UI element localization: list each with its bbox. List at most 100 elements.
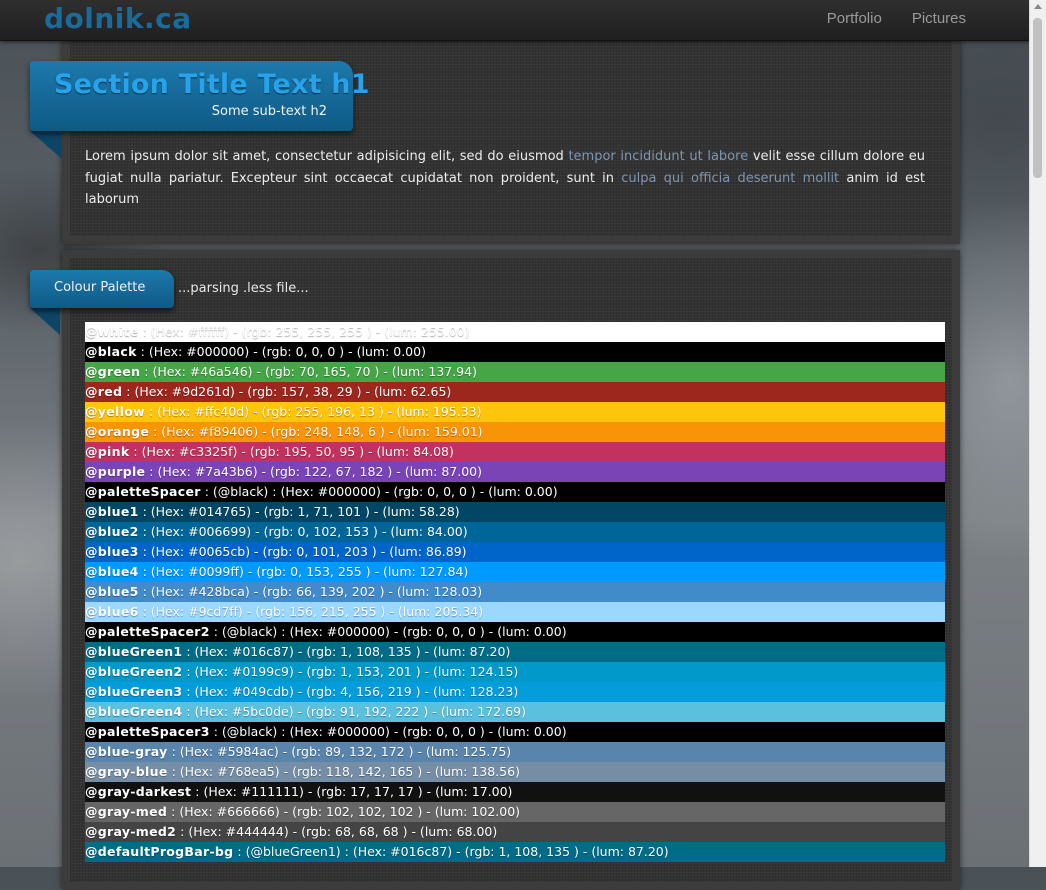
swatch-details: : (Hex: #006699) - (rgb: 0, 102, 153 ) -… <box>138 524 468 539</box>
palette-swatch-row: @blue3 : (Hex: #0065cb) - (rgb: 0, 101, … <box>85 542 945 562</box>
swatch-variable-name: @blue5 <box>85 584 139 599</box>
swatch-details: : (Hex: #016c87) - (rgb: 1, 108, 135 ) -… <box>182 644 511 659</box>
swatch-details: : (Hex: #7a43b6) - (rgb: 122, 67, 182 ) … <box>145 464 482 479</box>
vertical-scrollbar[interactable] <box>1029 0 1046 867</box>
swatch-variable-name: @white <box>85 324 139 339</box>
swatch-variable-name: @gray-blue <box>85 764 168 779</box>
palette-title: Colour Palette <box>54 280 146 295</box>
palette-swatch-row: @gray-med : (Hex: #666666) - (rgb: 102, … <box>85 802 945 822</box>
section-title-ribbon: Section Title Text h1 Some sub-text h2 <box>30 61 370 131</box>
swatch-details: : (Hex: #c3325f) - (rgb: 195, 50, 95 ) -… <box>129 444 454 459</box>
ribbon-fold <box>30 308 60 335</box>
swatch-variable-name: @blueGreen3 <box>85 684 183 699</box>
swatch-details: : (Hex: #9cd7ff) - (rgb: 156, 215, 255 )… <box>138 604 484 619</box>
swatch-variable-name: @blue6 <box>85 604 139 619</box>
swatch-details: : (Hex: #5bc0de) - (rgb: 91, 192, 222 ) … <box>182 704 526 719</box>
swatch-details: : (Hex: #0199c9) - (rgb: 1, 153, 201 ) -… <box>182 664 519 679</box>
intro-link-1[interactable]: tempor incididunt ut labore <box>568 149 748 164</box>
parsing-status: ...parsing .less file... <box>178 281 309 296</box>
palette-swatch-row: @paletteSpacer : (@black) : (Hex: #00000… <box>85 482 945 502</box>
swatch-details: : (Hex: #0065cb) - (rgb: 0, 101, 203 ) -… <box>138 544 467 559</box>
palette-swatch-row: @pink : (Hex: #c3325f) - (rgb: 195, 50, … <box>85 442 945 462</box>
swatch-variable-name: @yellow <box>85 404 145 419</box>
palette-swatch-row: @gray-blue : (Hex: #768ea5) - (rgb: 118,… <box>85 762 945 782</box>
palette-swatch-row: @blue-gray : (Hex: #5984ac) - (rgb: 89, … <box>85 742 945 762</box>
palette-swatch-row: @blue1 : (Hex: #014765) - (rgb: 1, 71, 1… <box>85 502 945 522</box>
nav-link-portfolio[interactable]: Portfolio <box>827 10 882 27</box>
palette-swatch-row: @purple : (Hex: #7a43b6) - (rgb: 122, 67… <box>85 462 945 482</box>
swatch-details: : (Hex: #666666) - (rgb: 102, 102, 102 )… <box>167 804 521 819</box>
palette-swatch-row: @black : (Hex: #000000) - (rgb: 0, 0, 0 … <box>85 342 945 362</box>
swatch-variable-name: @blueGreen1 <box>85 644 183 659</box>
swatch-variable-name: @purple <box>85 464 146 479</box>
swatch-details: : (Hex: #5984ac) - (rgb: 89, 132, 172 ) … <box>167 744 512 759</box>
palette-swatch-row: @gray-darkest : (Hex: #111111) - (rgb: 1… <box>85 782 945 802</box>
palette-swatch-row: @blueGreen1 : (Hex: #016c87) - (rgb: 1, … <box>85 642 945 662</box>
palette-swatch-row: @orange : (Hex: #f89406) - (rgb: 248, 14… <box>85 422 945 442</box>
swatch-variable-name: @red <box>85 384 123 399</box>
swatch-variable-name: @black <box>85 344 137 359</box>
scroll-up-arrow-icon[interactable] <box>1034 4 1042 9</box>
section-title: Section Title Text h1 <box>54 69 370 100</box>
swatch-details: : (Hex: #428bca) - (rgb: 66, 139, 202 ) … <box>138 584 483 599</box>
swatch-details: : (Hex: #ffc40d) - (rgb: 255, 196, 13 ) … <box>144 404 482 419</box>
palette-swatch-row: @defaultProgBar-bg : (@blueGreen1) : (He… <box>85 842 945 862</box>
swatch-variable-name: @blue4 <box>85 564 139 579</box>
swatch-variable-name: @blueGreen2 <box>85 664 183 679</box>
palette-swatch-row: @blueGreen2 : (Hex: #0199c9) - (rgb: 1, … <box>85 662 945 682</box>
swatch-variable-name: @pink <box>85 444 130 459</box>
swatch-details: : (Hex: #000000) - (rgb: 0, 0, 0 ) - (lu… <box>136 344 426 359</box>
swatch-variable-name: @gray-darkest <box>85 784 192 799</box>
palette-swatch-row: @blueGreen4 : (Hex: #5bc0de) - (rgb: 91,… <box>85 702 945 722</box>
palette-swatch-row: @blue5 : (Hex: #428bca) - (rgb: 66, 139,… <box>85 582 945 602</box>
swatch-details: : (Hex: #ffffff) - (rgb: 255, 255, 255 )… <box>138 324 470 339</box>
swatch-variable-name: @paletteSpacer2 <box>85 624 210 639</box>
swatch-details: : (Hex: #9d261d) - (rgb: 157, 38, 29 ) -… <box>122 384 452 399</box>
swatch-variable-name: @blue-gray <box>85 744 168 759</box>
palette-swatch-row: @blue2 : (Hex: #006699) - (rgb: 0, 102, … <box>85 522 945 542</box>
scrollbar-thumb[interactable] <box>1033 18 1042 178</box>
section-subtitle: Some sub-text h2 <box>211 104 327 119</box>
palette-swatch-row: @gray-med2 : (Hex: #444444) - (rgb: 68, … <box>85 822 945 842</box>
palette-swatch-row: @white : (Hex: #ffffff) - (rgb: 255, 255… <box>85 322 945 342</box>
swatch-variable-name: @green <box>85 364 141 379</box>
brand-logo[interactable]: dolnik.ca <box>44 2 192 35</box>
colour-palette-list: @white : (Hex: #ffffff) - (rgb: 255, 255… <box>85 322 945 862</box>
palette-swatch-row: @yellow : (Hex: #ffc40d) - (rgb: 255, 19… <box>85 402 945 422</box>
swatch-variable-name: @blue3 <box>85 544 139 559</box>
swatch-variable-name: @paletteSpacer <box>85 484 201 499</box>
palette-swatch-row: @red : (Hex: #9d261d) - (rgb: 157, 38, 2… <box>85 382 945 402</box>
swatch-variable-name: @blueGreen4 <box>85 704 183 719</box>
swatch-details: : (Hex: #014765) - (rgb: 1, 71, 101 ) - … <box>138 504 460 519</box>
swatch-details: : (Hex: #46a546) - (rgb: 70, 165, 70 ) -… <box>140 364 477 379</box>
ribbon-fold <box>30 131 62 159</box>
swatch-details: : (@black) : (Hex: #000000) - (rgb: 0, 0… <box>200 484 558 499</box>
palette-swatch-row: @blueGreen3 : (Hex: #049cdb) - (rgb: 4, … <box>85 682 945 702</box>
swatch-details: : (Hex: #f89406) - (rgb: 248, 148, 6 ) -… <box>149 424 483 439</box>
swatch-details: : (@black) : (Hex: #000000) - (rgb: 0, 0… <box>209 624 567 639</box>
swatch-variable-name: @gray-med2 <box>85 824 177 839</box>
palette-swatch-row: @paletteSpacer2 : (@black) : (Hex: #0000… <box>85 622 945 642</box>
nav-link-pictures[interactable]: Pictures <box>912 10 966 27</box>
main-nav: Portfolio Pictures <box>827 10 966 27</box>
swatch-variable-name: @gray-med <box>85 804 168 819</box>
swatch-variable-name: @defaultProgBar-bg <box>85 844 234 859</box>
swatch-details: : (Hex: #049cdb) - (rgb: 4, 156, 219 ) -… <box>182 684 519 699</box>
swatch-variable-name: @blue1 <box>85 504 139 519</box>
swatch-details: : (@blueGreen1) : (Hex: #016c87) - (rgb:… <box>233 844 669 859</box>
swatch-details: : (@black) : (Hex: #000000) - (rgb: 0, 0… <box>209 724 567 739</box>
swatch-details: : (Hex: #0099ff) - (rgb: 0, 153, 255 ) -… <box>138 564 469 579</box>
palette-swatch-row: @blue4 : (Hex: #0099ff) - (rgb: 0, 153, … <box>85 562 945 582</box>
intro-link-2[interactable]: culpa qui officia deserunt mollit <box>621 171 839 186</box>
swatch-variable-name: @paletteSpacer3 <box>85 724 210 739</box>
intro-text-1: Lorem ipsum dolor sit amet, consectetur … <box>85 149 569 164</box>
swatch-details: : (Hex: #768ea5) - (rgb: 118, 142, 165 )… <box>167 764 520 779</box>
top-navbar: dolnik.ca Portfolio Pictures <box>0 0 1030 41</box>
palette-swatch-row: @paletteSpacer3 : (@black) : (Hex: #0000… <box>85 722 945 742</box>
intro-paragraph: Lorem ipsum dolor sit amet, consectetur … <box>85 146 925 211</box>
swatch-variable-name: @blue2 <box>85 524 139 539</box>
palette-title-ribbon: Colour Palette <box>30 270 174 308</box>
swatch-details: : (Hex: #444444) - (rgb: 68, 68, 68 ) - … <box>176 824 498 839</box>
palette-swatch-row: @blue6 : (Hex: #9cd7ff) - (rgb: 156, 215… <box>85 602 945 622</box>
palette-swatch-row: @green : (Hex: #46a546) - (rgb: 70, 165,… <box>85 362 945 382</box>
